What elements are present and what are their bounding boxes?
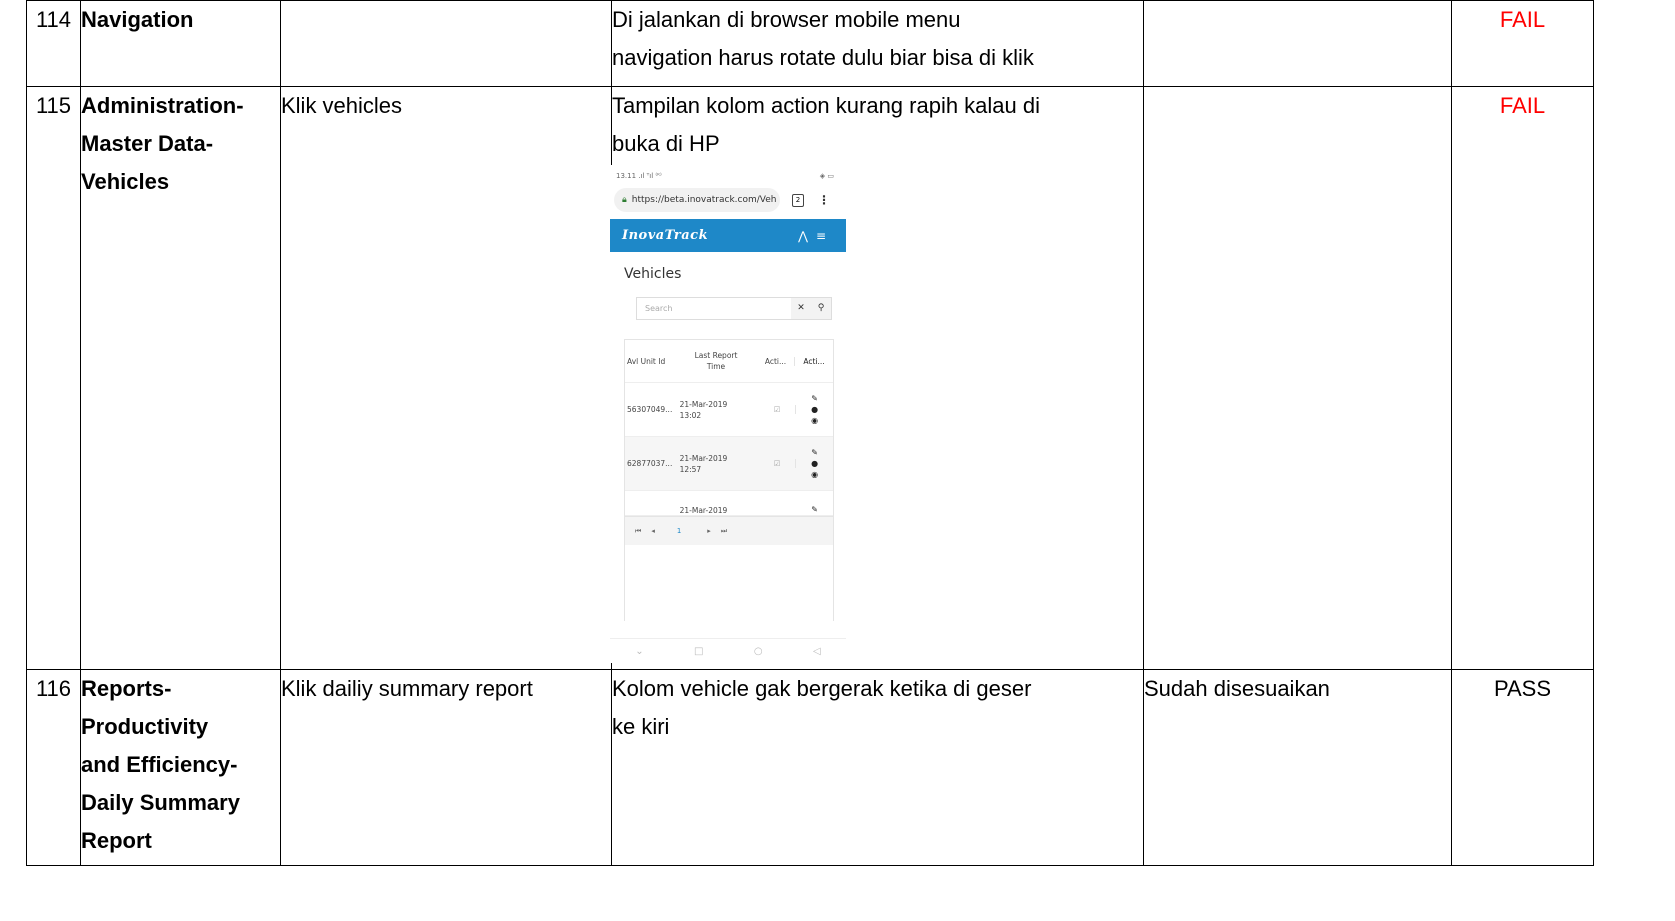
report-clock: 13:02: [679, 410, 702, 420]
status-cell: FAIL: [1451, 0, 1594, 87]
grid-row-partial: 21-Mar-2019 ✎: [625, 491, 833, 516]
step-cell: Klik vehicles: [280, 86, 612, 670]
search-icon: ⚲: [811, 298, 831, 319]
home-icon: ○: [753, 645, 763, 657]
result-line: ke kiri: [612, 714, 670, 739]
module-line: Master Data-: [81, 131, 214, 156]
last-page-icon: ⏭: [720, 526, 728, 535]
module-line: Administration-: [81, 93, 244, 118]
search-placeholder: Search: [645, 304, 673, 313]
module-cell: Reports- Productivity and Efficiency- Da…: [80, 669, 281, 866]
url-text: https://beta.inovatrack.com/Veh: [631, 195, 777, 205]
app-logo: InovaTrack: [622, 228, 709, 243]
back-icon: ◁: [813, 645, 821, 657]
active-check-icon: ☑: [759, 459, 797, 468]
vehicles-title: Vehicles: [624, 266, 682, 282]
android-nav-bar: ⌄ □ ○ ◁: [610, 638, 846, 663]
report-time: 21-Mar-2019 13:02: [674, 399, 760, 421]
module-line: Vehicles: [81, 169, 170, 194]
status-cell: FAIL: [1451, 86, 1594, 670]
col-header-line: Time: [706, 362, 726, 371]
result-cell: Di jalankan di browser mobile menu navig…: [611, 0, 1144, 87]
col-header: Acti...: [803, 356, 825, 366]
report-time: 21-Mar-2019 12:57: [674, 453, 760, 475]
result-cell: Tampilan kolom action kurang rapih kalau…: [610, 86, 1144, 670]
table-row: 115 Administration- Master Data- Vehicle…: [26, 86, 1594, 670]
menu-dots-icon: ⋮: [818, 193, 830, 207]
test-results-table: 114 Navigation Di jalankan di browser mo…: [26, 0, 1594, 866]
report-date: 21-Mar-2019: [679, 453, 728, 463]
row-number: 116: [26, 669, 81, 866]
table-row: 116 Reports- Productivity and Efficiency…: [26, 669, 1594, 866]
unit-id: 56307049...: [627, 405, 673, 414]
battery-icon: ◈ ▭: [819, 172, 834, 180]
module-cell: Navigation: [80, 0, 281, 87]
col-header: Avl Unit Id: [627, 356, 666, 366]
result-line: navigation harus rotate dulu biar bisa d…: [612, 45, 1034, 70]
status-cell: PASS: [1451, 669, 1594, 866]
result-line: Kolom vehicle gak bergerak ketika di ges…: [612, 676, 1032, 701]
prev-page-icon: ◂: [651, 527, 655, 535]
recents-icon: □: [694, 645, 704, 657]
unit-id: 62877037...: [627, 459, 673, 468]
module-cell: Administration- Master Data- Vehicles: [80, 86, 281, 670]
phone-status-bar: 13.11 .ıl ᵀıl ⁽ᴷ⁾ ◈ ▭: [610, 165, 846, 187]
module-line: Productivity: [81, 714, 209, 739]
result-line: Tampilan kolom action kurang rapih kalau…: [612, 93, 1041, 118]
page-number: 1: [676, 527, 682, 535]
row-number: 114: [26, 0, 81, 87]
result-line: buka di HP: [612, 131, 720, 156]
col-header: Acti...: [757, 356, 795, 366]
fix-cell: Sudah disesuaikan: [1143, 669, 1452, 866]
grid-row: 62877037... 21-Mar-2019 12:57 ☑ ✎ ● ◉: [625, 437, 833, 491]
step-cell: [280, 0, 612, 87]
clear-icon: ✕: [791, 298, 811, 319]
module-line: Daily Summary: [81, 790, 240, 815]
url-field: 🔒︎ https://beta.inovatrack.com/Veh: [614, 188, 780, 212]
vehicles-grid: Avl Unit Id Last Report Time Acti... Act…: [624, 339, 834, 621]
browser-bar: 🔒︎ https://beta.inovatrack.com/Veh 2 ⋮: [610, 187, 846, 213]
grid-row: 56307049... 21-Mar-2019 13:02 ☑ ✎ ● ◉: [625, 383, 833, 437]
edit-icon: ✎: [811, 505, 818, 514]
col-header: Last Report Time: [675, 350, 757, 372]
report-date: 21-Mar-2019: [679, 506, 728, 515]
phone-screenshot: 13.11 .ıl ᵀıl ⁽ᴷ⁾ ◈ ▭ 🔒︎ https://beta.in…: [610, 165, 846, 663]
tabs-icon: 2: [792, 193, 804, 207]
grid-header: Avl Unit Id Last Report Time Acti... Act…: [625, 339, 833, 383]
action-icons: ✎ ● ◉: [811, 394, 819, 425]
lock-icon: 🔒︎: [622, 195, 627, 205]
report-clock: 12:57: [679, 464, 702, 474]
pager: ⏮ ◂ 1 ▸ ⏭: [625, 516, 833, 545]
fix-cell: [1143, 86, 1452, 670]
report-date: 21-Mar-2019: [679, 399, 728, 409]
result-cell: Kolom vehicle gak bergerak ketika di ges…: [611, 669, 1144, 866]
first-page-icon: ⏮: [635, 526, 642, 535]
action-icons: ✎ ● ◉: [811, 448, 819, 479]
table-row: 114 Navigation Di jalankan di browser mo…: [26, 0, 1594, 87]
step-cell: Klik dailiy summary report: [280, 669, 612, 866]
result-line: Di jalankan di browser mobile menu: [612, 7, 961, 32]
hamburger-icon: ⋀≡: [798, 228, 834, 243]
col-header-line: Last Report: [694, 351, 738, 360]
fix-cell: [1143, 0, 1452, 87]
search-box: Search ✕ ⚲: [636, 297, 832, 320]
chevron-down-icon: ⌄: [635, 645, 644, 657]
app-bar: InovaTrack ⋀≡: [610, 219, 846, 252]
row-number: 115: [26, 86, 81, 670]
module-line: Report: [81, 828, 152, 853]
module-line: and Efficiency-: [81, 752, 238, 777]
next-page-icon: ▸: [707, 527, 711, 535]
status-time: 13.11 .ıl ᵀıl ⁽ᴷ⁾: [616, 172, 662, 180]
module-line: Reports-: [81, 676, 172, 701]
active-check-icon: ☑: [759, 405, 797, 414]
